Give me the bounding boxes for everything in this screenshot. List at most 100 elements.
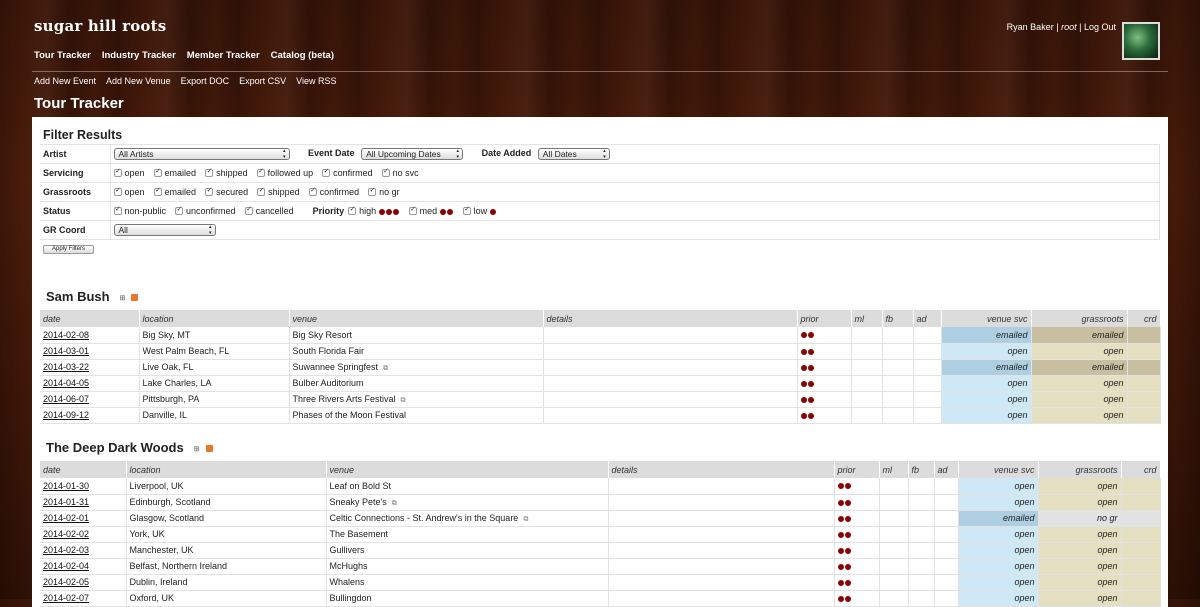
date-added-select[interactable]: All Dates bbox=[537, 148, 610, 160]
status-cancelled-checkbox[interactable]: cancelled bbox=[244, 205, 294, 216]
nav-tour-tracker[interactable]: Tour Tracker bbox=[34, 50, 91, 61]
event-crd[interactable] bbox=[1127, 359, 1161, 376]
venue-svc-status[interactable]: open bbox=[958, 590, 1039, 607]
event-date-link[interactable]: 2014-01-30 bbox=[40, 478, 127, 495]
gr-coord-select[interactable]: All bbox=[113, 224, 216, 236]
servicing-emailed-checkbox[interactable]: emailed bbox=[153, 167, 196, 178]
event-crd[interactable] bbox=[1121, 478, 1161, 495]
table-row[interactable]: 2014-02-07 Oxford, UK Bullingdon open open bbox=[40, 590, 1161, 607]
grassroots-status[interactable]: open bbox=[1038, 558, 1122, 575]
event-date-link[interactable]: 2014-02-04 bbox=[40, 558, 127, 575]
grassroots-status[interactable]: open bbox=[1038, 574, 1122, 591]
checkbox-icon[interactable] bbox=[462, 205, 471, 215]
grassroots-status[interactable]: open bbox=[1031, 375, 1128, 392]
column-header-date[interactable]: date bbox=[40, 310, 140, 327]
link-icon[interactable]: ⧉ bbox=[523, 516, 528, 524]
grassroots-shipped-checkbox[interactable]: shipped bbox=[257, 186, 300, 197]
grassroots-status[interactable]: open bbox=[1038, 542, 1122, 559]
column-header-grassroots[interactable]: grassroots bbox=[1038, 461, 1122, 478]
checkbox-icon[interactable] bbox=[308, 186, 317, 196]
event-date-link[interactable]: 2014-02-07 bbox=[40, 590, 127, 607]
venue-svc-status[interactable]: open bbox=[941, 343, 1032, 360]
table-row[interactable]: 2014-06-07 Pittsburgh, PA Three Rivers Art… bbox=[40, 391, 1161, 408]
expand-icon[interactable]: ⊞ bbox=[120, 294, 126, 302]
column-header-details[interactable]: details bbox=[543, 310, 798, 327]
venue-svc-status[interactable]: open bbox=[941, 391, 1032, 408]
checkbox-icon[interactable] bbox=[244, 205, 253, 215]
grassroots-status[interactable]: open bbox=[1038, 478, 1122, 495]
servicing-confirmed-checkbox[interactable]: confirmed bbox=[322, 167, 373, 178]
column-header-fb[interactable]: fb bbox=[882, 310, 914, 327]
grassroots-open-checkbox[interactable]: open bbox=[113, 186, 145, 197]
event-date-link[interactable]: 2014-01-31 bbox=[40, 494, 127, 511]
grassroots-status[interactable]: open bbox=[1038, 494, 1122, 511]
column-header-location[interactable]: location bbox=[126, 461, 327, 478]
venue-svc-status[interactable]: open bbox=[958, 526, 1039, 543]
venue-svc-status[interactable]: emailed bbox=[958, 510, 1039, 527]
checkbox-icon[interactable] bbox=[113, 186, 122, 196]
column-header-venue[interactable]: venue bbox=[326, 461, 609, 478]
column-header-ad[interactable]: ad bbox=[934, 461, 959, 478]
column-header-grassroots[interactable]: grassroots bbox=[1031, 310, 1128, 327]
column-header-ml[interactable]: ml bbox=[879, 461, 909, 478]
checkbox-icon[interactable] bbox=[256, 167, 265, 177]
event-date-link[interactable]: 2014-09-12 bbox=[40, 407, 140, 424]
apply-filters-button[interactable]: Apply Filters bbox=[43, 245, 95, 254]
event-date-link[interactable]: 2014-04-05 bbox=[40, 375, 140, 392]
checkbox-icon[interactable] bbox=[348, 205, 357, 215]
nav-catalog[interactable]: Catalog (beta) bbox=[271, 50, 334, 61]
venue-svc-status[interactable]: open bbox=[958, 542, 1039, 559]
priority-high-checkbox[interactable]: high bbox=[348, 205, 400, 216]
column-header-fb[interactable]: fb bbox=[908, 461, 935, 478]
event-date-select[interactable]: All Upcoming Dates bbox=[361, 148, 464, 160]
rss-icon[interactable] bbox=[131, 294, 139, 302]
table-row[interactable]: 2014-09-12 Danville, IL Phases of the Moon… bbox=[40, 407, 1161, 424]
venue-svc-status[interactable]: open bbox=[941, 375, 1032, 392]
expand-icon[interactable]: ⊞ bbox=[194, 445, 200, 453]
event-date-link[interactable]: 2014-03-01 bbox=[40, 343, 140, 360]
avatar[interactable] bbox=[1122, 22, 1160, 60]
event-crd[interactable] bbox=[1127, 327, 1161, 344]
checkbox-icon[interactable] bbox=[408, 205, 417, 215]
add-new-venue-link[interactable]: Add New Venue bbox=[106, 76, 171, 86]
rss-icon[interactable] bbox=[205, 445, 213, 453]
column-header-location[interactable]: location bbox=[139, 310, 290, 327]
servicing-followed-up-checkbox[interactable]: followed up bbox=[256, 167, 313, 178]
table-row[interactable]: 2014-02-01 Glasgow, Scotland Celtic Connec… bbox=[40, 510, 1161, 527]
artist-name[interactable]: The Deep Dark Woods bbox=[46, 440, 184, 455]
status-non-public-checkbox[interactable]: non-public bbox=[113, 205, 166, 216]
column-header-venue-svc[interactable]: venue svc bbox=[958, 461, 1039, 478]
venue-svc-status[interactable]: emailed bbox=[941, 327, 1032, 344]
event-crd[interactable] bbox=[1121, 574, 1161, 591]
checkbox-icon[interactable] bbox=[205, 186, 214, 196]
table-row[interactable]: 2014-02-08 Big Sky, MT Big Sky Resort email… bbox=[40, 327, 1161, 344]
checkbox-icon[interactable] bbox=[175, 205, 184, 215]
grassroots-emailed-checkbox[interactable]: emailed bbox=[153, 186, 196, 197]
artist-name[interactable]: Sam Bush bbox=[46, 289, 110, 304]
table-row[interactable]: 2014-02-03 Manchester, UK Gullivers open ope… bbox=[40, 542, 1161, 559]
export-doc-link[interactable]: Export DOC bbox=[181, 76, 230, 86]
grassroots-secured-checkbox[interactable]: secured bbox=[205, 186, 248, 197]
event-date-link[interactable]: 2014-02-05 bbox=[40, 574, 127, 591]
status-unconfirmed-checkbox[interactable]: unconfirmed bbox=[175, 205, 236, 216]
event-crd[interactable] bbox=[1127, 375, 1161, 392]
column-header-crd[interactable]: crd bbox=[1121, 461, 1161, 478]
nav-industry-tracker[interactable]: Industry Tracker bbox=[102, 50, 176, 61]
checkbox-icon[interactable] bbox=[153, 167, 162, 177]
view-rss-link[interactable]: View RSS bbox=[296, 76, 336, 86]
column-header-venue[interactable]: venue bbox=[289, 310, 544, 327]
table-row[interactable]: 2014-01-31 Edinburgh, Scotland Sneaky Pete… bbox=[40, 494, 1161, 511]
column-header-ml[interactable]: ml bbox=[851, 310, 883, 327]
checkbox-icon[interactable] bbox=[368, 186, 377, 196]
grassroots-status[interactable]: open bbox=[1031, 343, 1128, 360]
link-icon[interactable]: ⧉ bbox=[401, 397, 406, 405]
site-logo[interactable]: sugar hill roots bbox=[34, 17, 166, 35]
table-row[interactable]: 2014-03-01 West Palm Beach, FL South Flori… bbox=[40, 343, 1161, 360]
artist-select[interactable]: All Artists bbox=[113, 148, 290, 160]
table-row[interactable]: 2014-02-05 Dublin, Ireland Whalens open open bbox=[40, 574, 1161, 591]
event-crd[interactable] bbox=[1127, 343, 1161, 360]
event-date-link[interactable]: 2014-03-22 bbox=[40, 359, 140, 376]
event-date-link[interactable]: 2014-06-07 bbox=[40, 391, 140, 408]
servicing-no-svc-checkbox[interactable]: no svc bbox=[381, 167, 419, 178]
event-crd[interactable] bbox=[1121, 558, 1161, 575]
